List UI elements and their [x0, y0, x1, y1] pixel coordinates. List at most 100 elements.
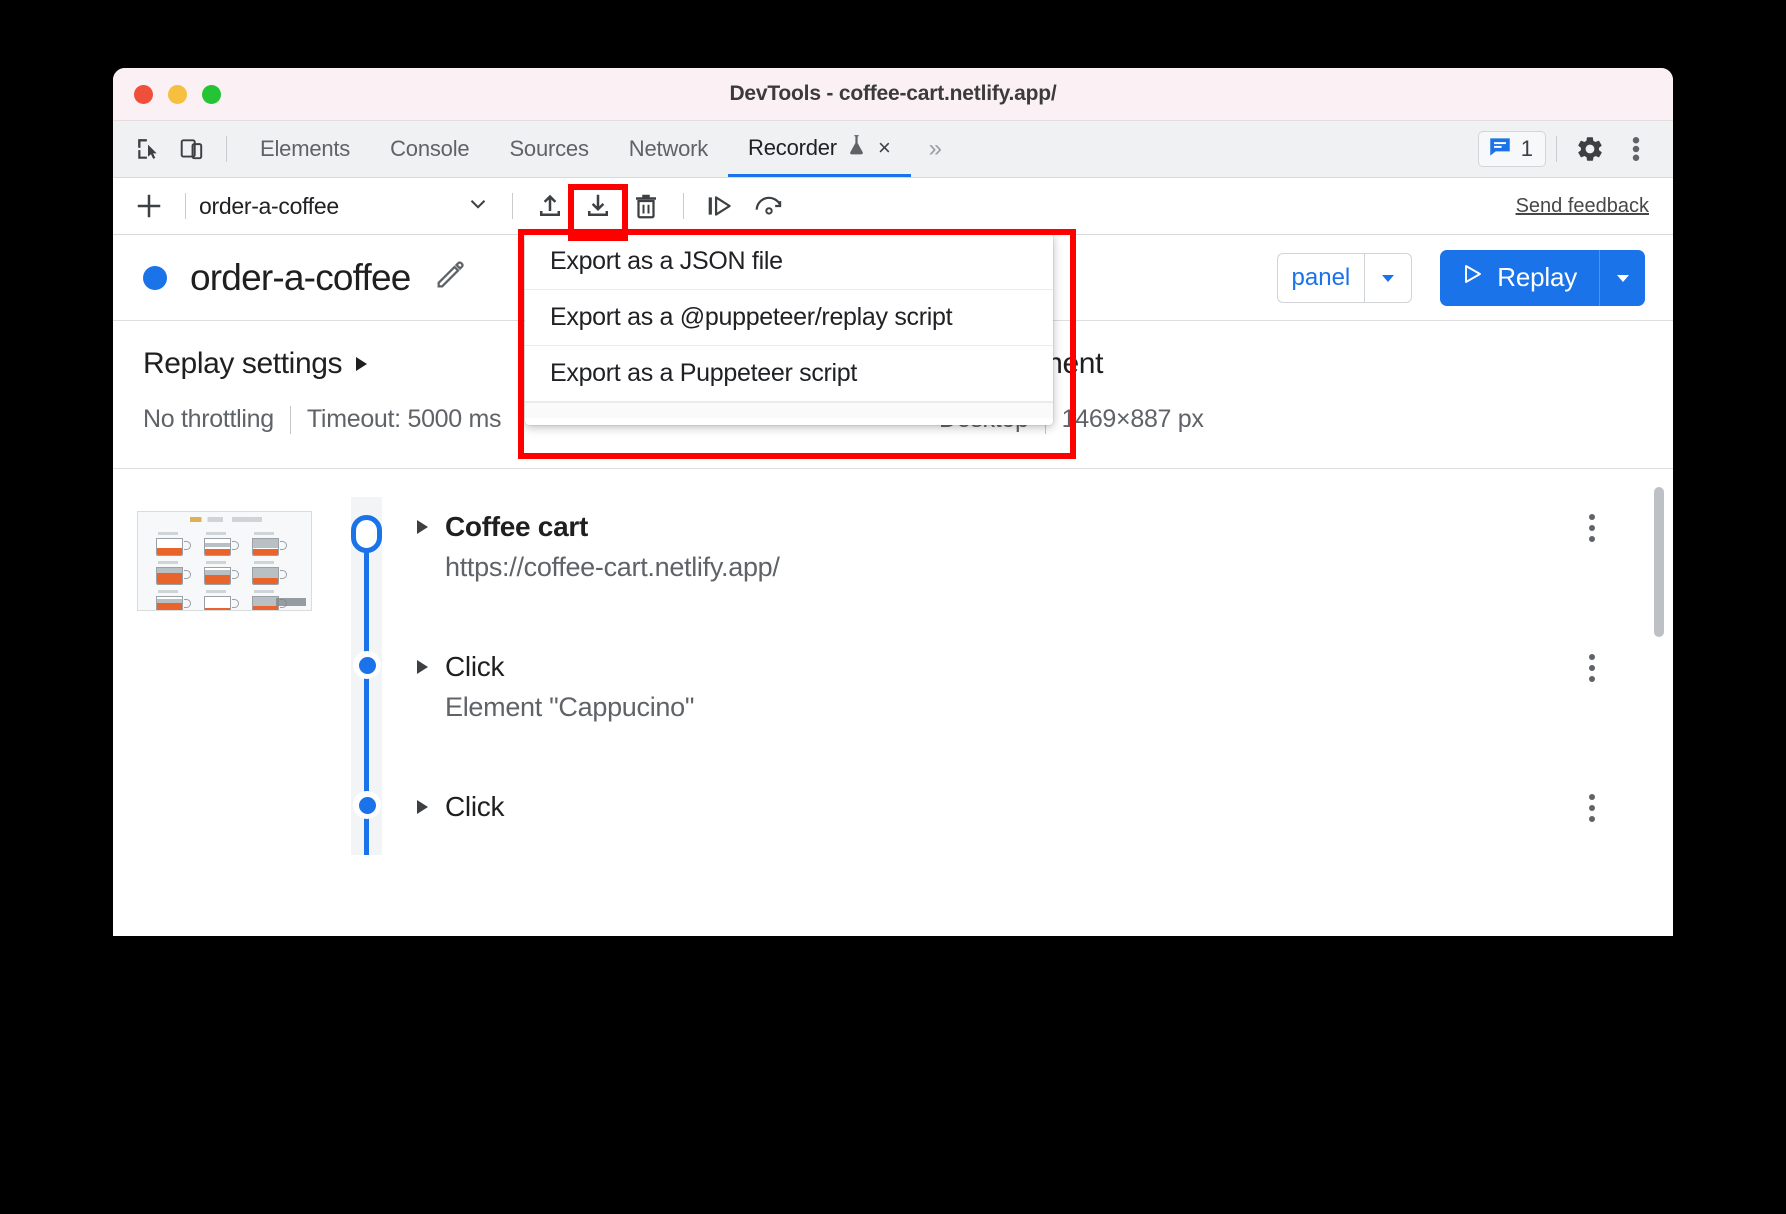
step-timeline: [333, 497, 399, 637]
recording-status-dot: [143, 265, 167, 290]
pencil-icon[interactable]: [433, 258, 467, 297]
steps-scrollbar[interactable]: [1654, 487, 1664, 637]
thumbnail-cup: [250, 561, 287, 585]
export-dropdown-menu: Export as a JSON file Export as a @puppe…: [525, 234, 1053, 425]
kebab-icon[interactable]: [1575, 511, 1609, 545]
thumbnail-cup: [202, 590, 239, 610]
triangle-right-icon[interactable]: [417, 800, 428, 814]
issues-count: 1: [1520, 136, 1533, 161]
step-content: Coffee cart https://coffee-cart.netlify.…: [399, 497, 1673, 637]
menu-item-export-json[interactable]: Export as a JSON file: [525, 234, 1053, 290]
tab-network-label: Network: [628, 136, 709, 161]
replay-settings-label: Replay settings: [143, 347, 343, 380]
timeline-start-node: [351, 515, 382, 553]
step-detail: https://coffee-cart.netlify.app/: [445, 552, 780, 582]
window-title-bar: DevTools - coffee-cart.netlify.app/: [113, 68, 1673, 121]
tab-console[interactable]: Console: [370, 121, 489, 177]
step-detail: Element "Cappucino": [445, 692, 695, 722]
tab-sources[interactable]: Sources: [489, 121, 608, 177]
kebab-icon[interactable]: [1613, 129, 1659, 169]
play-icon: [1460, 262, 1484, 293]
thumbnail-cup: [154, 590, 191, 610]
devtools-tab-bar: Elements Console Sources Network Recorde…: [113, 121, 1673, 178]
inspect-element-icon[interactable]: [127, 129, 169, 169]
tab-console-label: Console: [390, 136, 470, 161]
steps-list[interactable]: Coffee cart https://coffee-cart.netlify.…: [113, 469, 1673, 855]
timeline-step-node: [353, 651, 381, 679]
issues-button[interactable]: 1: [1477, 131, 1546, 167]
replay-with-reload-button[interactable]: [745, 184, 793, 228]
recording-title: order-a-coffee: [190, 256, 411, 298]
tab-sources-label: Sources: [509, 136, 589, 161]
step-screenshot-thumbnail: [137, 511, 312, 611]
thumbnail-cup: [154, 532, 191, 556]
menu-item-export-puppeteer-replay[interactable]: Export as a @puppeteer/replay script: [525, 290, 1053, 346]
tab-recorder[interactable]: Recorder ×: [728, 121, 911, 177]
toolbar-divider-1: [185, 193, 186, 219]
more-tabs-icon[interactable]: »: [911, 135, 960, 163]
tab-recorder-label: Recorder: [748, 134, 837, 160]
timeline-step-node: [353, 791, 381, 819]
step-thumbnail-column: [137, 777, 333, 855]
send-feedback-link[interactable]: Send feedback: [1516, 195, 1649, 218]
throttling-value: No throttling: [143, 405, 274, 433]
thumbnail-cup: [202, 561, 239, 585]
thumbnail-cup: [202, 532, 239, 556]
export-recording-button[interactable]: [574, 184, 622, 228]
devtools-window: DevTools - coffee-cart.netlify.app/ Elem…: [113, 68, 1673, 936]
thumbnail-cup: [154, 561, 191, 585]
recording-header-actions: panel Replay: [1276, 249, 1645, 306]
close-icon[interactable]: ×: [878, 136, 891, 159]
step-timeline: [333, 777, 399, 855]
step-title: Click: [445, 651, 505, 682]
add-recording-button[interactable]: [126, 185, 172, 227]
triangle-right-icon[interactable]: [417, 520, 428, 534]
replay-button[interactable]: Replay: [1440, 249, 1599, 306]
step-content: Click Element "Cappucino": [399, 637, 1673, 777]
tab-elements[interactable]: Elements: [240, 121, 370, 177]
experiment-flask-icon: [847, 134, 866, 162]
import-recording-button[interactable]: [526, 184, 574, 228]
triangle-right-icon[interactable]: [417, 660, 428, 674]
environment-viewport: 1469×887 px: [1061, 405, 1204, 433]
toolbar-divider-2: [512, 193, 513, 219]
step-by-step-replay-button[interactable]: [697, 184, 745, 228]
tabbar-divider: [226, 136, 227, 162]
window-title: DevTools - coffee-cart.netlify.app/: [729, 82, 1057, 105]
tabbar-right-controls: 1: [1477, 129, 1673, 169]
step-row[interactable]: Click: [113, 777, 1673, 855]
replay-button-label: Replay: [1497, 262, 1577, 292]
step-thumbnail-column: [137, 637, 333, 777]
step-title: Click: [445, 791, 505, 822]
issues-icon: [1487, 134, 1513, 165]
tabbar-right-divider: [1556, 136, 1557, 162]
replay-options-caret-icon[interactable]: [1599, 249, 1645, 306]
kebab-icon[interactable]: [1575, 791, 1609, 825]
menu-item-export-puppeteer[interactable]: Export as a Puppeteer script: [525, 346, 1053, 402]
recording-selector-label: order-a-coffee: [199, 192, 339, 219]
recording-selector[interactable]: order-a-coffee: [199, 191, 499, 222]
step-row[interactable]: Click Element "Cappucino": [113, 637, 1673, 777]
show-code-button[interactable]: panel: [1276, 252, 1365, 303]
thumbnail-header-text: [190, 517, 262, 522]
kebab-icon[interactable]: [1575, 651, 1609, 685]
thumbnail-coffee-grid: [149, 532, 290, 610]
tab-elements-label: Elements: [260, 136, 351, 161]
timeout-value: Timeout: 5000 ms: [306, 405, 502, 433]
delete-recording-button[interactable]: [622, 184, 670, 228]
step-content: Click: [399, 777, 1673, 855]
gear-icon[interactable]: [1567, 129, 1613, 169]
chevron-down-icon: [465, 191, 499, 222]
step-thumbnail-column: [137, 497, 333, 637]
menu-footer: [525, 402, 1053, 418]
thumbnail-cart-badge: [276, 598, 306, 606]
step-row[interactable]: Coffee cart https://coffee-cart.netlify.…: [113, 497, 1673, 637]
triangle-right-icon: [356, 357, 368, 371]
step-title: Coffee cart: [445, 511, 588, 542]
recorder-toolbar: order-a-coffee Send feedback: [113, 178, 1673, 235]
tab-network[interactable]: Network: [609, 121, 728, 177]
device-toolbar-icon[interactable]: [171, 129, 213, 169]
caret-down-icon[interactable]: [1364, 252, 1413, 303]
summary-divider: [289, 405, 291, 434]
step-timeline: [333, 637, 399, 777]
